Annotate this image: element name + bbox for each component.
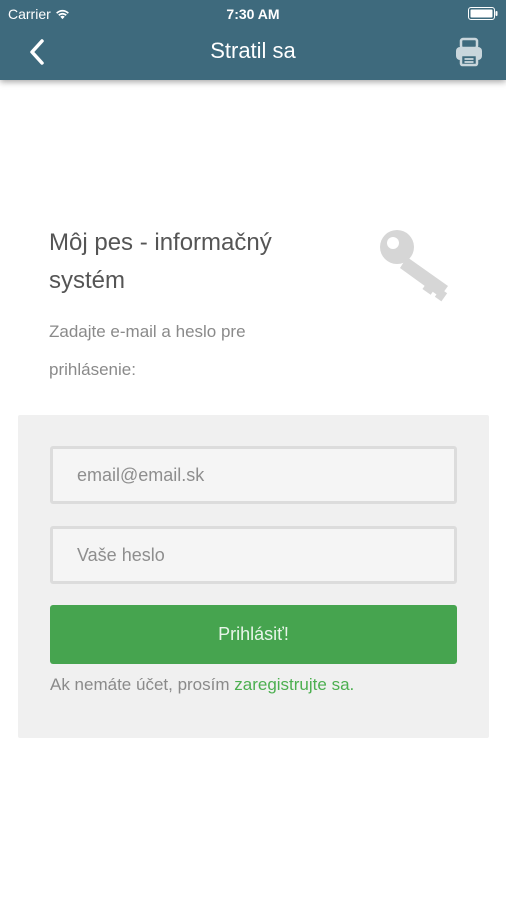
top-bar: Carrier 7:30 AM Stratil sa bbox=[0, 0, 506, 80]
register-prompt: Ak nemáte účet, prosím zaregistrujte sa. bbox=[50, 674, 470, 696]
key-icon bbox=[380, 230, 448, 302]
status-time: 7:30 AM bbox=[226, 6, 280, 22]
email-field[interactable] bbox=[50, 446, 457, 504]
navigation-bar: Stratil sa bbox=[0, 26, 506, 80]
login-instructions: Zadajte e-mail a heslo pre prihlásenie: bbox=[49, 322, 246, 379]
status-bar: Carrier 7:30 AM bbox=[0, 0, 506, 26]
password-field[interactable] bbox=[50, 526, 457, 584]
app-title: Môj pes - informačný systém bbox=[49, 229, 272, 294]
intro-section: Môj pes - informačný systém Zadajte e-ma… bbox=[49, 224, 349, 389]
register-text: Ak nemáte účet, prosím bbox=[50, 675, 235, 694]
login-button[interactable]: Prihlásiť! bbox=[50, 605, 457, 664]
page-title: Stratil sa bbox=[210, 38, 296, 63]
battery-icon bbox=[468, 7, 498, 20]
login-panel: Prihlásiť! Ak nemáte účet, prosím zaregi… bbox=[18, 415, 489, 738]
register-link[interactable]: zaregistrujte sa. bbox=[234, 675, 354, 694]
printer-icon[interactable] bbox=[452, 35, 486, 69]
chevron-left-icon[interactable] bbox=[22, 36, 54, 68]
